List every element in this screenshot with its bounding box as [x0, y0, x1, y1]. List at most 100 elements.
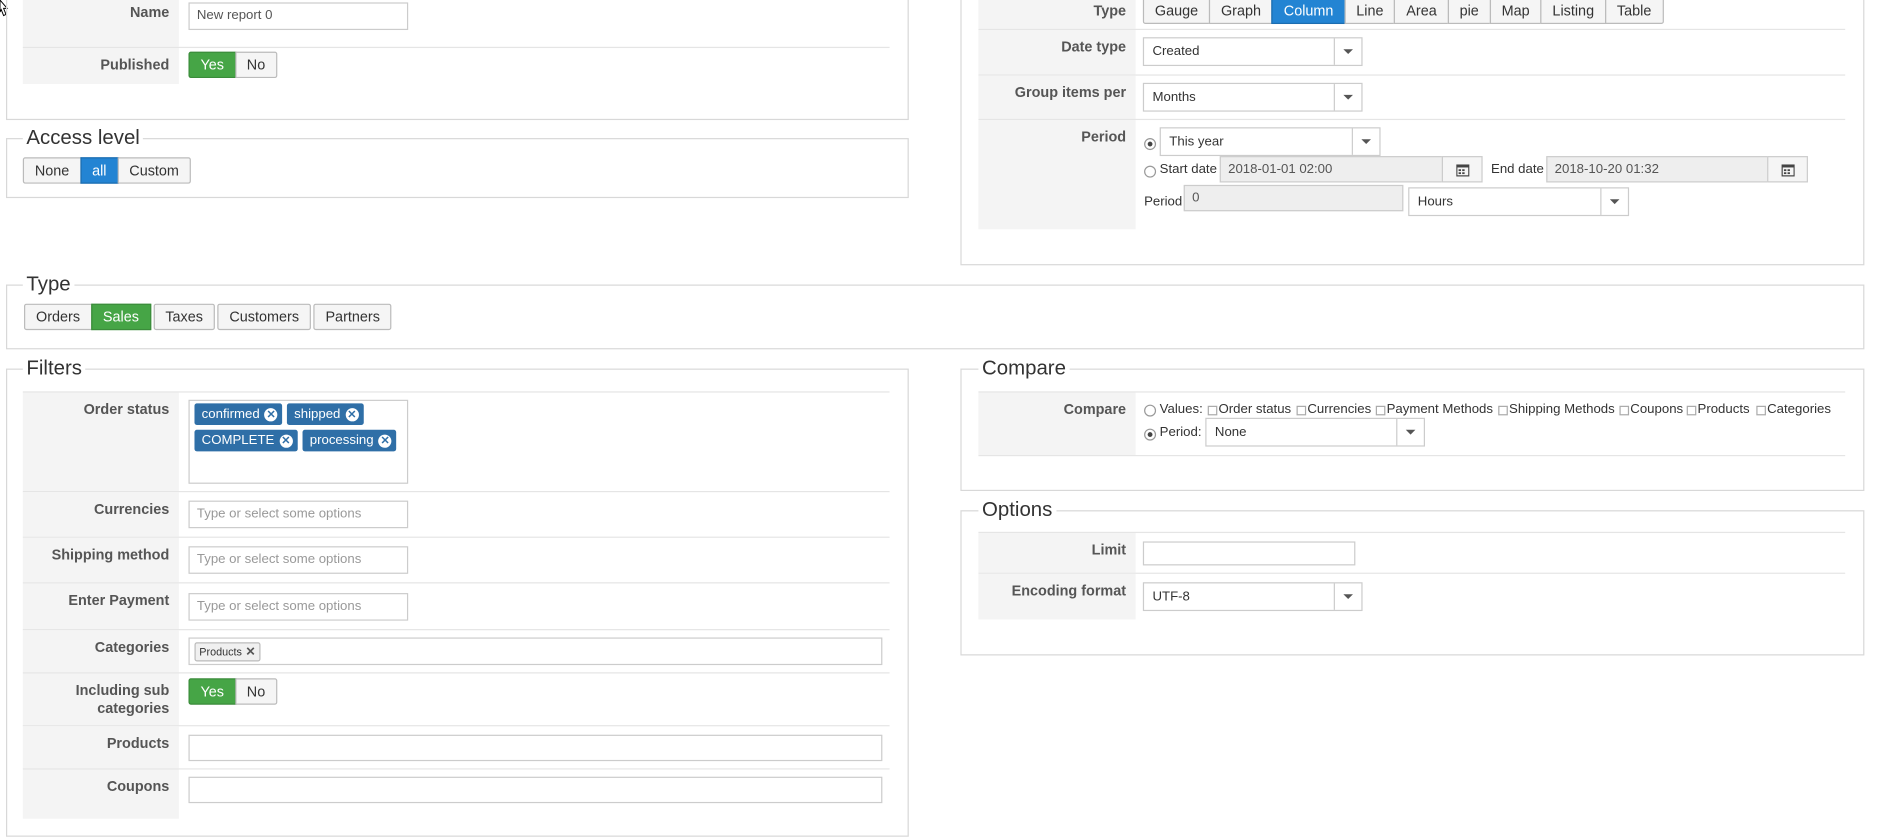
chart-type-label: Type: [978, 0, 1136, 29]
access-none-button[interactable]: None: [22, 157, 82, 184]
compare-label: Compare: [978, 392, 1136, 455]
published-toggle: Yes No: [188, 51, 278, 79]
published-yes-button[interactable]: Yes: [188, 51, 236, 79]
currencies-label: Currencies: [22, 492, 179, 537]
order-status-label: Order status: [22, 392, 179, 492]
type-table-button[interactable]: Table: [1604, 0, 1664, 25]
compare-order-status-checkbox[interactable]: [1207, 405, 1218, 416]
published-no-button[interactable]: No: [234, 51, 278, 79]
date-type-select[interactable]: Created: [1142, 37, 1363, 67]
compare-period-value: None: [1214, 424, 1247, 440]
chevron-down-icon: [1600, 188, 1628, 215]
period-unit-value: Hours: [1417, 194, 1454, 209]
products-label: Products: [22, 726, 179, 769]
tag-label: processing: [309, 433, 374, 448]
close-icon[interactable]: ✕: [378, 434, 392, 448]
shipping-method-input[interactable]: Type or select some options: [188, 546, 409, 574]
encoding-label: Encoding format: [978, 573, 1136, 620]
end-date-calendar-button[interactable]: [1767, 156, 1808, 183]
order-status-tag[interactable]: processing ✕: [302, 429, 397, 452]
coupons-input[interactable]: [188, 776, 883, 804]
order-status-tag[interactable]: confirmed ✕: [194, 403, 283, 425]
period-custom-radio[interactable]: [1144, 165, 1157, 178]
period-value: This year: [1169, 134, 1224, 149]
compare-payment-label: Payment Methods: [1386, 402, 1494, 417]
compare-shipping-label: Shipping Methods: [1509, 402, 1615, 417]
type-partners-button[interactable]: Partners: [313, 303, 392, 331]
period-unit-select[interactable]: Hours: [1408, 187, 1630, 217]
compare-period-label: Period:: [1159, 424, 1202, 440]
type-line-button[interactable]: Line: [1344, 0, 1396, 25]
type-listing-button[interactable]: Listing: [1540, 0, 1607, 25]
products-input[interactable]: [188, 734, 883, 762]
chevron-down-icon: [1333, 583, 1362, 610]
compare-payment-checkbox[interactable]: [1375, 405, 1386, 416]
sub-categories-toggle: Yes No: [188, 678, 278, 705]
compare-shipping-checkbox[interactable]: [1498, 405, 1508, 416]
period-label: Period: [978, 120, 1136, 230]
close-icon[interactable]: ✕: [246, 646, 256, 659]
report-type-buttons: Orders Sales Taxes Customers Partners: [24, 303, 392, 331]
end-date-label: End date: [1491, 162, 1544, 177]
row-divider: [978, 454, 1846, 457]
close-icon[interactable]: ✕: [264, 408, 278, 422]
published-label: Published: [22, 48, 179, 85]
sub-categories-label: Including sub categories: [22, 673, 179, 726]
type-taxes-button[interactable]: Taxes: [153, 303, 215, 331]
compare-period-radio[interactable]: [1144, 428, 1157, 441]
calendar-icon: [1781, 164, 1795, 177]
type-map-button[interactable]: Map: [1489, 0, 1542, 25]
payment-input[interactable]: Type or select some options: [188, 593, 409, 621]
chart-type-buttons: Gauge Graph Column Line Area pie Map Lis…: [1142, 0, 1664, 25]
compare-coupons-checkbox[interactable]: [1619, 405, 1630, 416]
group-items-label: Group items per: [978, 75, 1136, 119]
close-icon[interactable]: ✕: [345, 408, 359, 422]
compare-categories-checkbox[interactable]: [1756, 405, 1766, 416]
sub-categories-label-line2: categories: [97, 699, 170, 717]
type-graph-button[interactable]: Graph: [1208, 0, 1273, 25]
type-customers-button[interactable]: Customers: [217, 303, 312, 331]
categories-tag[interactable]: Products ✕: [194, 642, 260, 662]
compare-period-select[interactable]: None: [1205, 417, 1425, 447]
compare-currencies-label: Currencies: [1307, 402, 1372, 417]
compare-currencies-checkbox[interactable]: [1296, 405, 1307, 416]
start-date-calendar-button[interactable]: [1441, 156, 1483, 183]
end-date-input[interactable]: 2018-10-20 01:32: [1546, 156, 1770, 183]
name-label: Name: [22, 0, 179, 47]
group-items-select[interactable]: Months: [1142, 82, 1363, 112]
currencies-input[interactable]: Type or select some options: [188, 500, 409, 529]
start-date-input[interactable]: 2018-01-01 02:00: [1219, 156, 1444, 183]
order-status-tag[interactable]: COMPLETE ✕: [194, 429, 298, 452]
access-custom-button[interactable]: Custom: [117, 157, 191, 184]
type-sales-button[interactable]: Sales: [90, 303, 151, 331]
tag-label: confirmed: [201, 406, 260, 422]
period-amount-input[interactable]: 0: [1183, 184, 1404, 212]
access-all-button[interactable]: all: [80, 157, 119, 184]
type-gauge-button[interactable]: Gauge: [1142, 0, 1211, 25]
compare-products-checkbox[interactable]: [1686, 405, 1697, 416]
chevron-down-icon: [1333, 84, 1362, 111]
order-status-tag[interactable]: shipped ✕: [286, 403, 364, 425]
limit-input[interactable]: [1142, 541, 1356, 566]
period-preset-radio[interactable]: [1144, 138, 1157, 151]
compare-values-radio[interactable]: [1144, 404, 1157, 417]
type-area-button[interactable]: Area: [1394, 0, 1449, 25]
sub-categories-yes-button[interactable]: Yes: [188, 678, 236, 705]
type-pie-button[interactable]: pie: [1447, 0, 1491, 25]
calendar-icon: [1456, 164, 1470, 177]
encoding-select[interactable]: UTF-8: [1142, 582, 1363, 612]
period-select[interactable]: This year: [1159, 127, 1381, 157]
report-name-input[interactable]: New report 0: [188, 2, 409, 31]
type-column-button[interactable]: Column: [1271, 0, 1346, 25]
close-icon[interactable]: ✕: [279, 434, 293, 448]
options-legend: Options: [978, 498, 1056, 523]
tag-label: shipped: [294, 406, 341, 422]
shipping-method-label: Shipping method: [22, 537, 179, 583]
type-orders-button[interactable]: Orders: [24, 303, 93, 331]
categories-multiselect[interactable]: [188, 637, 883, 666]
filters-legend: Filters: [22, 356, 86, 381]
group-items-value: Months: [1152, 90, 1196, 105]
chevron-down-icon: [1333, 38, 1362, 65]
sub-categories-no-button[interactable]: No: [234, 678, 278, 705]
payment-label: Enter Payment: [22, 583, 179, 630]
